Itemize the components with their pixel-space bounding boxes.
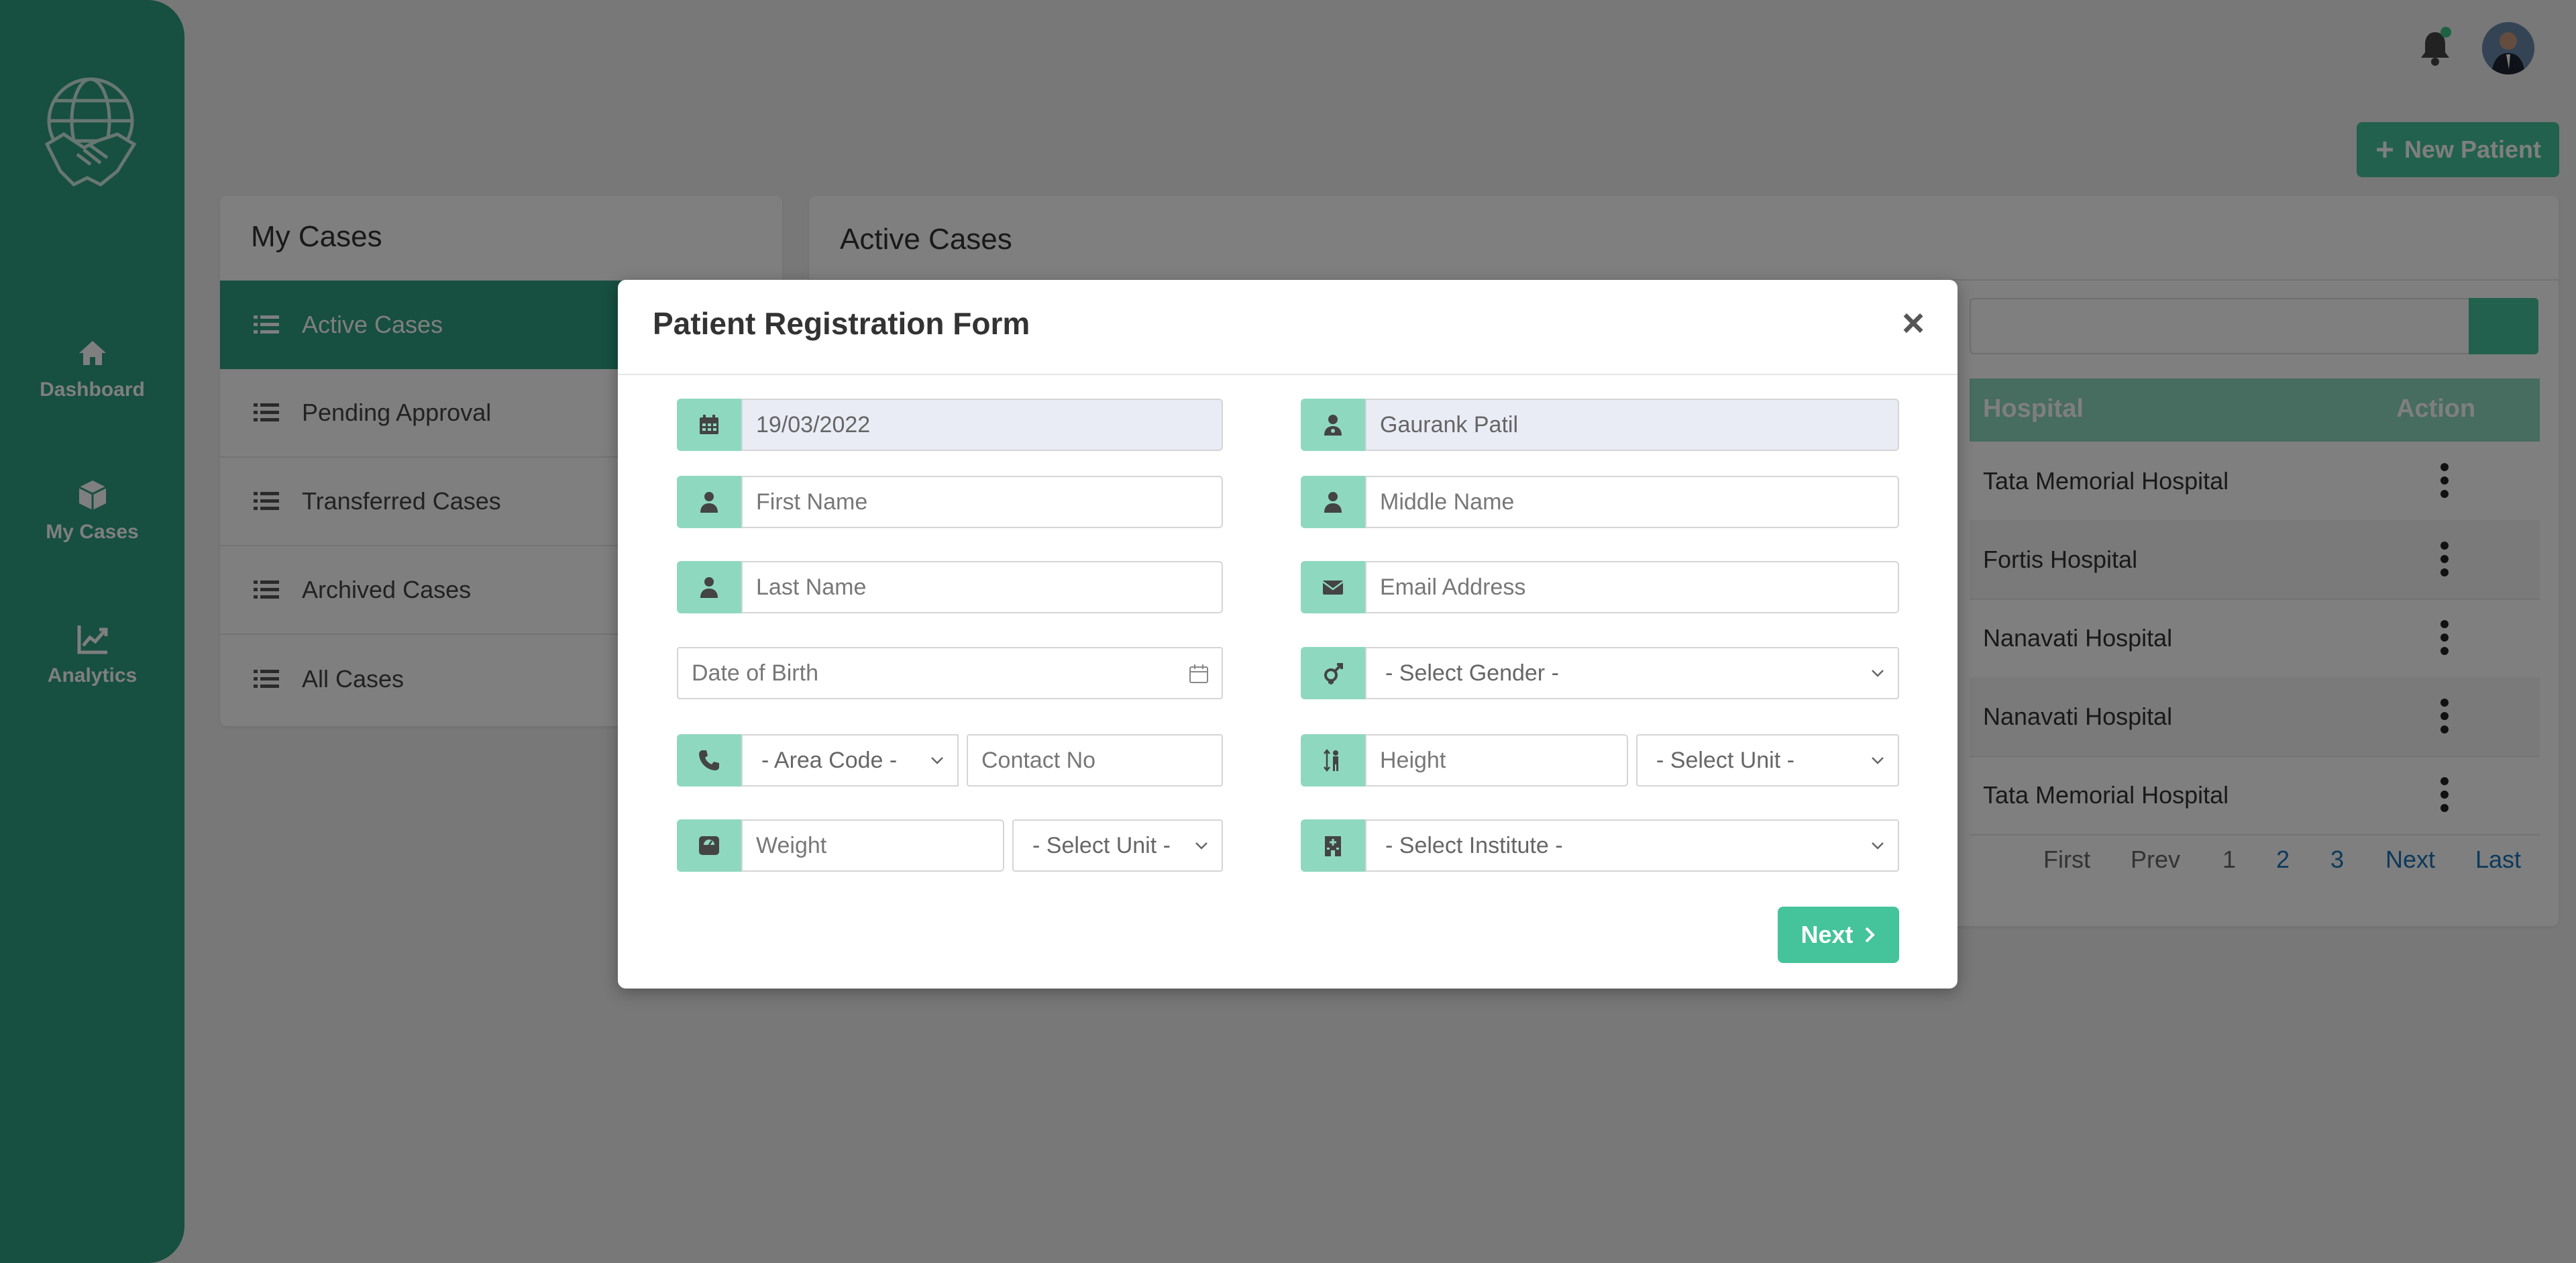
weight-input[interactable] xyxy=(741,819,1004,872)
institute-select-value: - Select Institute - xyxy=(1385,832,1563,858)
calendar-icon[interactable] xyxy=(1188,663,1210,685)
patient-registration-modal: Patient Registration Form × 19/03/2022 G… xyxy=(618,280,1957,989)
chevron-down-icon xyxy=(1872,757,1884,764)
height-input[interactable] xyxy=(1365,734,1628,787)
next-label: Next xyxy=(1801,921,1854,948)
middle-name-field xyxy=(1301,476,1899,528)
height-field: - Select Unit - xyxy=(1301,734,1899,787)
height-icon xyxy=(1301,734,1365,787)
chevron-down-icon xyxy=(1872,842,1884,850)
weight-unit-value: - Select Unit - xyxy=(1032,832,1171,858)
height-unit-select[interactable]: - Select Unit - xyxy=(1636,734,1899,787)
hospital-icon xyxy=(1301,819,1365,872)
gender-field: - Select Gender - xyxy=(1301,647,1899,699)
last-name-field xyxy=(677,561,1223,613)
weight-field: - Select Unit - xyxy=(677,819,1223,872)
modal-title: Patient Registration Form xyxy=(653,306,1030,341)
first-name-field xyxy=(677,476,1223,528)
institute-field: - Select Institute - xyxy=(1301,819,1899,872)
weight-unit-select[interactable]: - Select Unit - xyxy=(1012,819,1223,872)
user-doctor-icon xyxy=(1301,399,1365,451)
gender-icon xyxy=(1301,647,1365,699)
institute-select[interactable]: - Select Institute - xyxy=(1365,819,1899,872)
chevron-down-icon xyxy=(1872,670,1884,677)
modal-header: Patient Registration Form × xyxy=(618,280,1957,375)
email-field xyxy=(1301,561,1899,613)
date-of-birth-input[interactable] xyxy=(677,647,1223,699)
gender-select-value: - Select Gender - xyxy=(1385,660,1559,686)
first-name-input[interactable] xyxy=(741,476,1223,528)
user-icon xyxy=(677,476,741,528)
weight-scale-icon xyxy=(677,819,741,872)
next-button[interactable]: Next xyxy=(1778,907,1899,963)
chevron-right-icon xyxy=(1865,927,1875,943)
phone-icon xyxy=(677,734,741,787)
user-icon xyxy=(677,561,741,613)
user-icon xyxy=(1301,476,1365,528)
area-code-select[interactable]: - Area Code - xyxy=(741,734,959,787)
middle-name-input[interactable] xyxy=(1365,476,1899,528)
contact-number-input[interactable] xyxy=(967,734,1223,787)
doctor-field xyxy=(1301,399,1899,451)
date-field xyxy=(677,399,1223,451)
area-code-value: - Area Code - xyxy=(761,747,898,773)
height-unit-value: - Select Unit - xyxy=(1656,747,1794,773)
envelope-icon xyxy=(1301,561,1365,613)
gender-select[interactable]: - Select Gender - xyxy=(1365,647,1899,699)
registration-date-input[interactable] xyxy=(741,399,1223,451)
last-name-input[interactable] xyxy=(741,561,1223,613)
calendar-icon xyxy=(677,399,741,451)
doctor-name-input[interactable] xyxy=(1365,399,1899,451)
email-input[interactable] xyxy=(1365,561,1899,613)
chevron-down-icon xyxy=(1195,842,1208,850)
contact-field: - Area Code - xyxy=(677,734,1223,787)
close-icon[interactable]: × xyxy=(1896,304,1930,343)
chevron-down-icon xyxy=(931,757,943,764)
dob-field xyxy=(677,647,1223,699)
